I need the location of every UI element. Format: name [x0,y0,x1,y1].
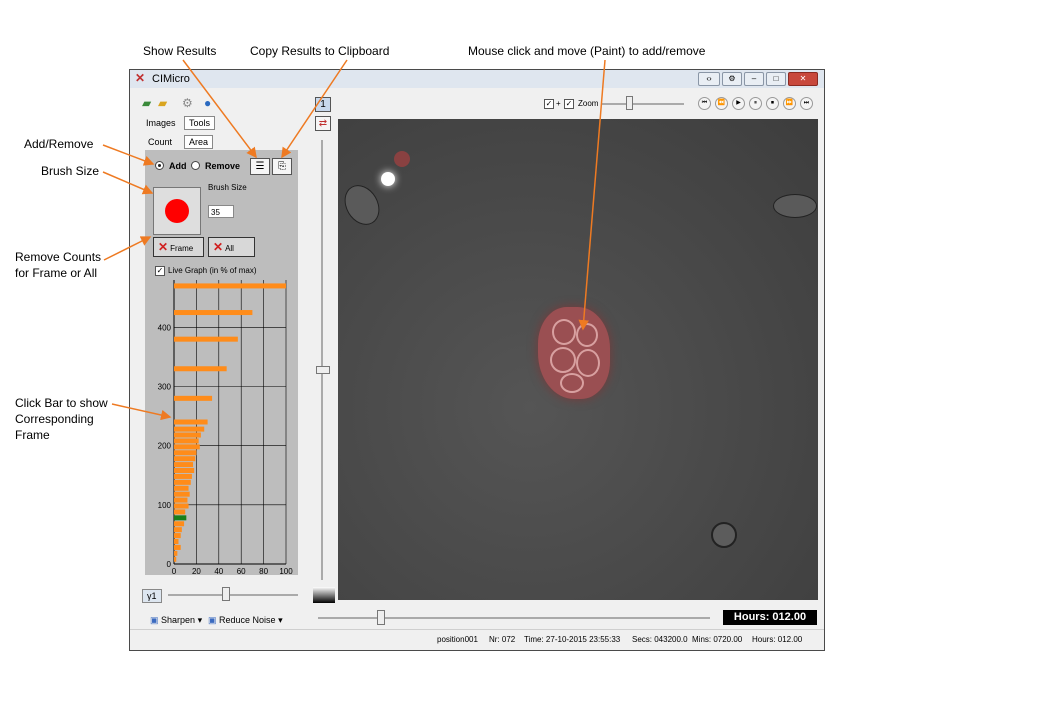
arrow-click-bar [111,403,172,421]
arrow-show-results [182,59,257,159]
arrow-brush-size [102,171,154,195]
callout-arrows [102,59,606,421]
arrow-remove-counts [103,236,152,261]
arrow-add-remove [102,144,155,166]
arrow-mouse-paint [578,59,606,331]
arrow-copy-results [281,59,348,159]
